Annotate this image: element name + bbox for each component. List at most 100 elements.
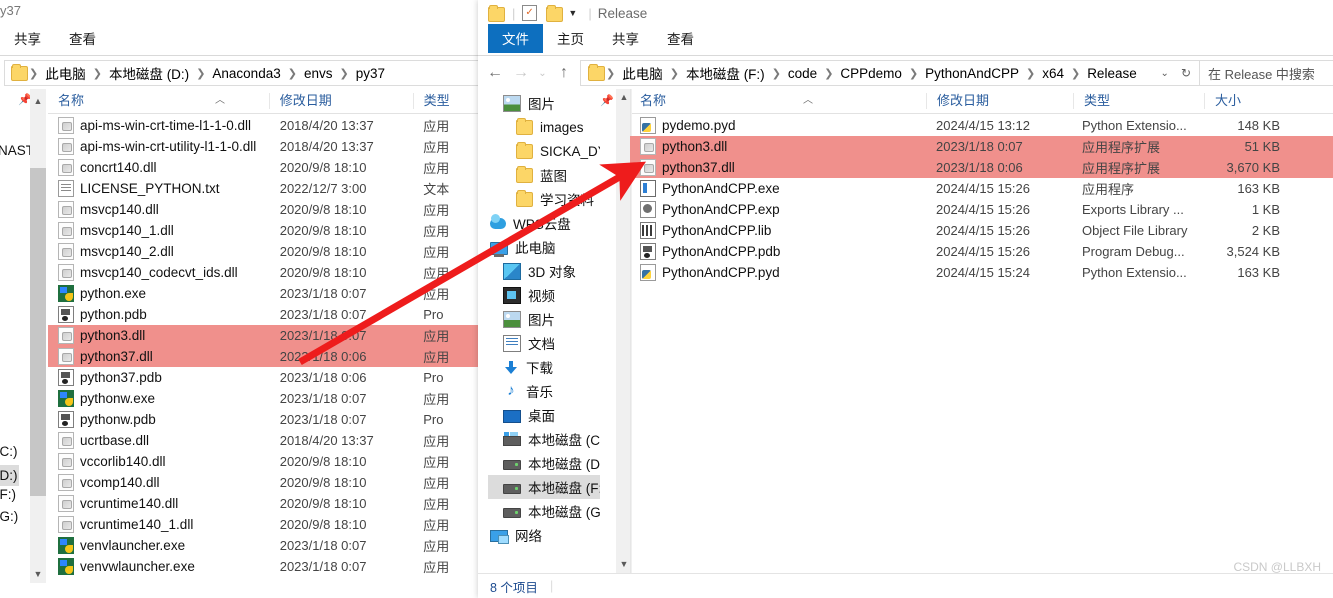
recent-locations-button[interactable]: ⌄ (534, 60, 551, 86)
qat-dropdown-icon[interactable]: ▼ (563, 8, 582, 18)
file-name-cell[interactable]: concrt140.dll (48, 159, 270, 176)
breadcrumb-item-5[interactable]: x64 (1036, 66, 1070, 81)
left-address-box[interactable]: ❯ 此电脑 ❯ 本地磁盘 (D:) ❯ Anaconda3 ❯ envs ❯ py37 (4, 60, 494, 86)
file-name-cell[interactable]: msvcp140_codecvt_ids.dll (48, 264, 270, 281)
file-name-cell[interactable]: python.exe (48, 285, 270, 302)
left-nav-scroll-thumb[interactable] (30, 168, 46, 496)
search-input[interactable]: 在 Release 中搜索 (1200, 60, 1333, 86)
table-row[interactable]: api-ms-win-crt-utility-l1-1-0.dll 2018/4/… (48, 136, 490, 157)
breadcrumb-item-3[interactable]: CPPdemo (834, 66, 908, 81)
table-row[interactable]: pythonw.exe 2023/1/18 0:07 应用 (48, 388, 490, 409)
file-name-cell[interactable]: api-ms-win-crt-utility-l1-1-0.dll (48, 138, 270, 155)
table-row[interactable]: venvlauncher.exe 2023/1/18 0:07 应用 (48, 535, 490, 556)
file-name-cell[interactable]: api-ms-win-crt-time-l1-1-0.dll (48, 117, 270, 134)
nav-item-3[interactable]: 蓝图 (488, 163, 600, 187)
breadcrumb-item-0[interactable]: 此电脑 (39, 63, 92, 83)
file-name-cell[interactable]: LICENSE_PYTHON.txt (48, 180, 270, 197)
file-name-cell[interactable]: PythonAndCPP.lib (630, 222, 926, 239)
breadcrumb-item-1[interactable]: 本地磁盘 (D:) (103, 63, 195, 83)
right-col-type[interactable]: 类型 (1073, 93, 1204, 109)
file-name-cell[interactable]: python37.dll (630, 159, 926, 176)
file-name-cell[interactable]: python.pdb (48, 306, 270, 323)
nav-item-7[interactable]: 3D 对象 (488, 259, 600, 283)
file-name-cell[interactable]: vcruntime140_1.dll (48, 516, 270, 533)
properties-icon[interactable]: ✓ (522, 5, 538, 21)
table-row[interactable]: msvcp140.dll 2020/9/8 18:10 应用 (48, 199, 490, 220)
file-name-cell[interactable]: PythonAndCPP.exp (630, 201, 926, 218)
quick-access-folder-icon[interactable] (488, 4, 505, 22)
table-row[interactable]: python3.dll 2023/1/18 0:07 应用 (48, 325, 490, 346)
refresh-icon[interactable]: ↻ (1175, 66, 1197, 80)
ribbon-tab-0[interactable]: 文件 (488, 24, 543, 53)
ribbon-tab-0[interactable]: 共享 (0, 24, 55, 53)
nav-item-16[interactable]: 本地磁盘 (F:) (488, 475, 600, 499)
file-name-cell[interactable]: pythonw.pdb (48, 411, 270, 428)
breadcrumb-item-4[interactable]: py37 (350, 66, 391, 81)
nav-item-0[interactable]: 图片 (488, 91, 600, 115)
file-name-cell[interactable]: ucrtbase.dll (48, 432, 270, 449)
nav-item-17[interactable]: 本地磁盘 (G:) (488, 499, 600, 523)
right-col-name[interactable]: 名称 (630, 93, 926, 109)
nav-item-13[interactable]: 桌面 (488, 403, 600, 427)
table-row[interactable]: vcruntime140.dll 2020/9/8 18:10 应用 (48, 493, 490, 514)
nav-item-12[interactable]: ♪ 音乐 (488, 379, 600, 403)
table-row[interactable]: PythonAndCPP.pyd 2024/4/15 15:24 Python Ex… (630, 262, 1333, 283)
file-name-cell[interactable]: msvcp140_2.dll (48, 243, 270, 260)
forward-button[interactable]: → (508, 60, 534, 86)
table-row[interactable]: pydemo.pyd 2024/4/15 13:12 Python Extensio… (630, 115, 1333, 136)
table-row[interactable]: msvcp140_2.dll 2020/9/8 18:10 应用 (48, 241, 490, 262)
nav-scroll-up-arrow[interactable]: ▲ (30, 89, 46, 113)
ribbon-tab-2[interactable]: 共享 (598, 24, 653, 53)
table-row[interactable]: vcruntime140_1.dll 2020/9/8 18:10 应用 (48, 514, 490, 535)
table-row[interactable]: pythonw.pdb 2023/1/18 0:07 Pro (48, 409, 490, 430)
table-row[interactable]: python37.dll 2023/1/18 0:06 应用 (48, 346, 490, 367)
table-row[interactable]: python.exe 2023/1/18 0:07 应用 (48, 283, 490, 304)
table-row[interactable]: msvcp140_codecvt_ids.dll 2020/9/8 18:10 应用 (48, 262, 490, 283)
file-name-cell[interactable]: msvcp140.dll (48, 201, 270, 218)
table-row[interactable]: python.pdb 2023/1/18 0:07 Pro (48, 304, 490, 325)
up-button[interactable]: ↑ (551, 60, 577, 86)
table-row[interactable]: msvcp140_1.dll 2020/9/8 18:10 应用 (48, 220, 490, 241)
right-col-size[interactable]: 大小 (1204, 93, 1293, 109)
left-nav-scrollbar[interactable]: ▼ (30, 113, 46, 583)
file-name-cell[interactable]: PythonAndCPP.exe (630, 180, 926, 197)
ribbon-tab-1[interactable]: 主页 (543, 24, 598, 53)
nav-item-9[interactable]: 图片 (488, 307, 600, 331)
table-row[interactable]: python3.dll 2023/1/18 0:07 应用程序扩展 51 KB (630, 136, 1333, 157)
right-col-date[interactable]: 修改日期 (926, 93, 1073, 109)
left-col-name[interactable]: 名称 (48, 93, 269, 109)
breadcrumb-item-4[interactable]: PythonAndCPP (919, 66, 1025, 81)
file-name-cell[interactable]: vcruntime140.dll (48, 495, 270, 512)
table-row[interactable]: vccorlib140.dll 2020/9/8 18:10 应用 (48, 451, 490, 472)
file-name-cell[interactable]: msvcp140_1.dll (48, 222, 270, 239)
table-row[interactable]: PythonAndCPP.exp 2024/4/15 15:26 Exports L… (630, 199, 1333, 220)
nav-item-8[interactable]: 视频 (488, 283, 600, 307)
new-folder-icon[interactable] (546, 4, 564, 22)
nav-item-10[interactable]: 文档 (488, 331, 600, 355)
file-name-cell[interactable]: vccorlib140.dll (48, 453, 270, 470)
file-name-cell[interactable]: venvlauncher.exe (48, 537, 270, 554)
table-row[interactable]: venvwlauncher.exe 2023/1/18 0:07 应用 (48, 556, 490, 577)
nav-item-11[interactable]: 下载 (488, 355, 600, 379)
breadcrumb-item-3[interactable]: envs (298, 66, 339, 81)
table-row[interactable]: python37.dll 2023/1/18 0:06 应用程序扩展 3,670 KB (630, 157, 1333, 178)
nav-item-5[interactable]: WPS云盘 (488, 211, 600, 235)
table-row[interactable]: ucrtbase.dll 2018/4/20 13:37 应用 (48, 430, 490, 451)
ribbon-tab-3[interactable]: 查看 (653, 24, 708, 53)
left-nav-scroll-down-arrow[interactable]: ▼ (30, 566, 46, 583)
file-name-cell[interactable]: PythonAndCPP.pyd (630, 264, 926, 281)
file-name-cell[interactable]: python37.dll (48, 348, 270, 365)
breadcrumb-item-2[interactable]: Anaconda3 (206, 66, 286, 81)
file-name-cell[interactable]: venvwlauncher.exe (48, 558, 270, 575)
file-name-cell[interactable]: pythonw.exe (48, 390, 270, 407)
breadcrumb-item-1[interactable]: 本地磁盘 (F:) (680, 63, 771, 83)
breadcrumb-item-6[interactable]: Release (1081, 66, 1143, 81)
table-row[interactable]: LICENSE_PYTHON.txt 2022/12/7 3:00 文本 (48, 178, 490, 199)
file-name-cell[interactable]: vcomp140.dll (48, 474, 270, 491)
file-name-cell[interactable]: python3.dll (48, 327, 270, 344)
table-row[interactable]: vcomp140.dll 2020/9/8 18:10 应用 (48, 472, 490, 493)
left-col-date[interactable]: 修改日期 (268, 93, 413, 109)
file-name-cell[interactable]: PythonAndCPP.pdb (630, 243, 926, 260)
right-address-box[interactable]: ❯ 此电脑 ❯ 本地磁盘 (F:) ❯ code ❯ CPPdemo ❯ PythonAndCPP… (580, 60, 1200, 86)
back-button[interactable]: ← (482, 60, 508, 86)
